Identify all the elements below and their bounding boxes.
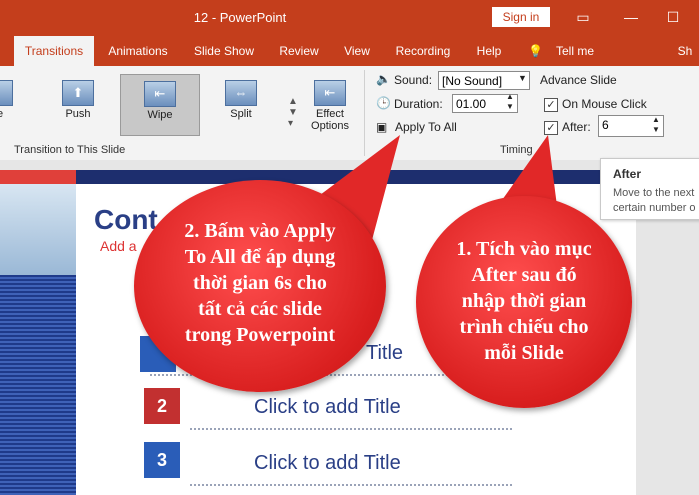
callout-after-checkbox: 1. Tích vào mục After sau đó nhập thời g… bbox=[416, 196, 632, 408]
callout-apply-to-all: 2. Bấm vào Apply To All để áp dụng thời … bbox=[134, 180, 386, 392]
